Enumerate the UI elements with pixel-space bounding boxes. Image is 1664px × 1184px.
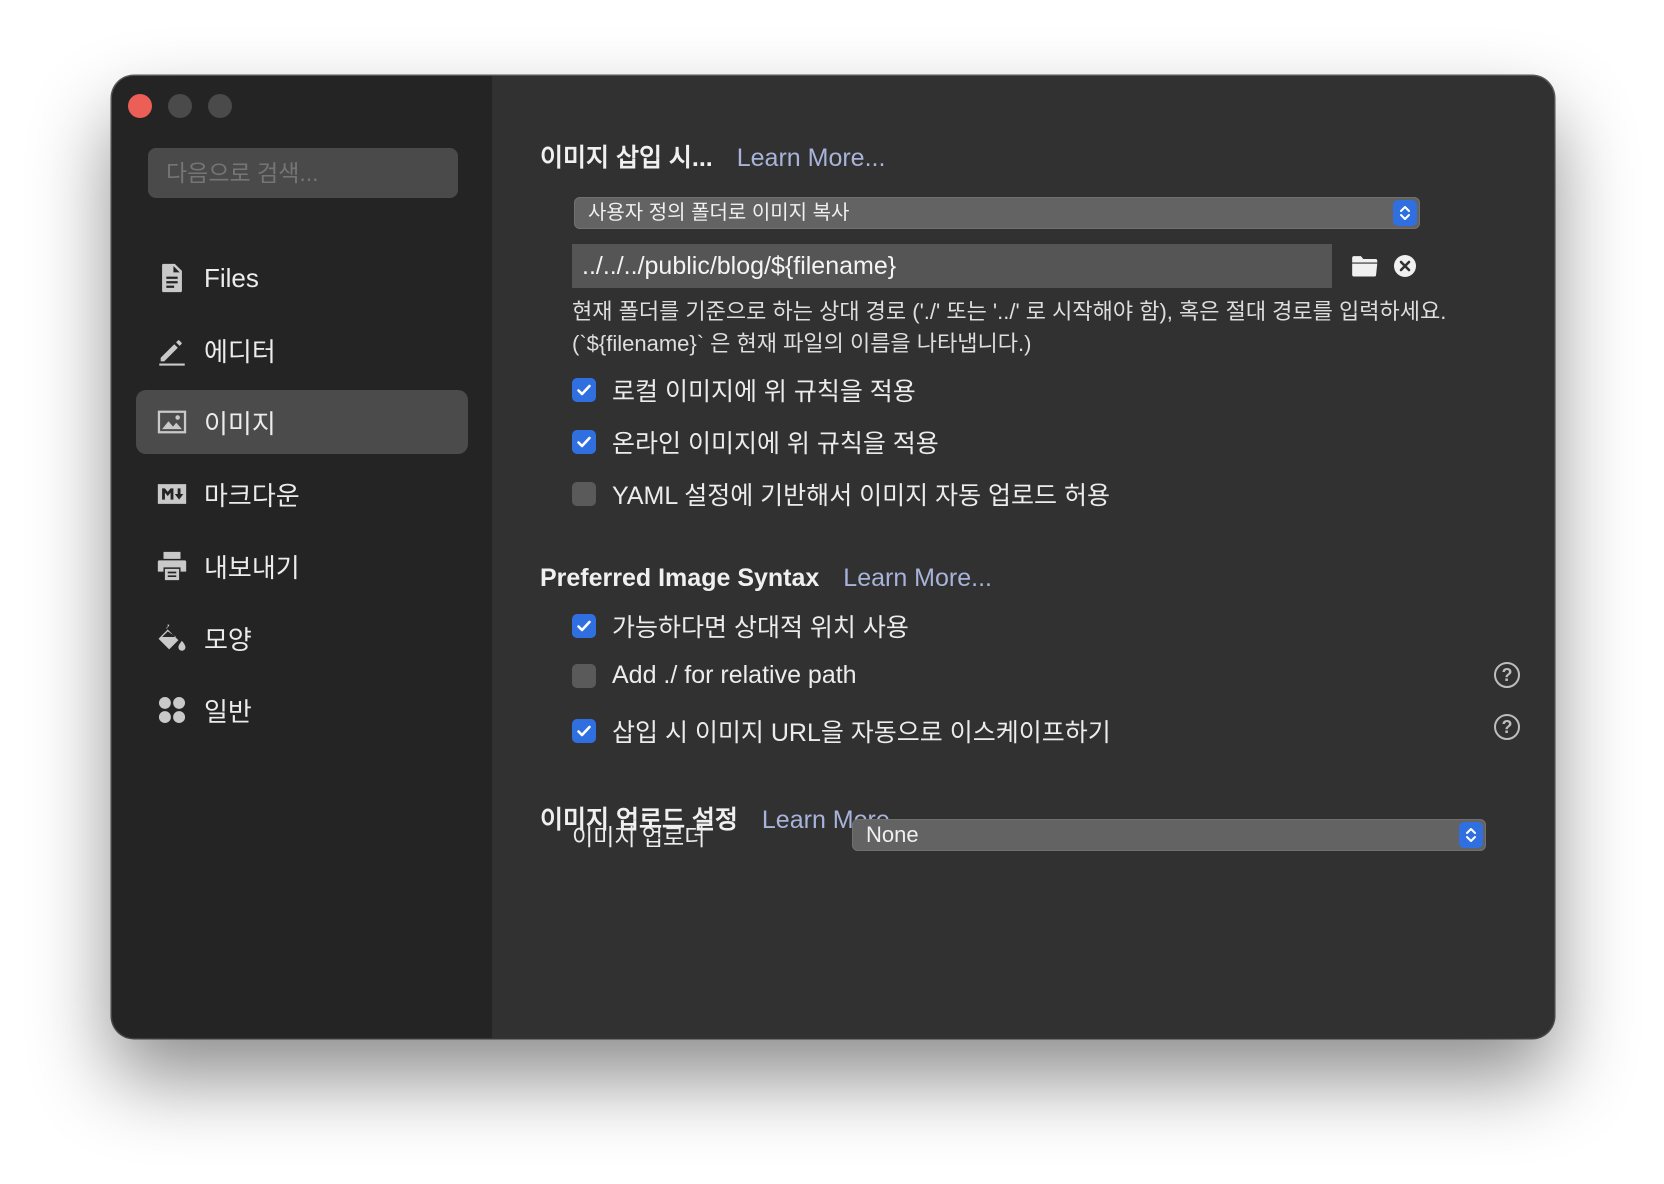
option-add-dot-slash[interactable]: Add ./ for relative path [572,661,857,690]
sidebar-item-label: 이미지 [204,408,276,439]
close-button[interactable] [128,94,152,118]
help-icon[interactable]: ? [1494,714,1520,740]
section-title: 이미지 삽입 시... [540,144,713,172]
image-icon [154,404,190,440]
help-icon[interactable]: ? [1494,662,1520,688]
paint-bucket-icon [154,620,190,656]
syntax-section-header: Preferred Image Syntax Learn More... [540,564,992,593]
option-label: 로컬 이미지에 위 규칙을 적용 [612,378,916,406]
sidebar-nav: Files 에디터 이미지 마크다운 내보내기 모양 일반 [136,246,468,750]
folder-icon[interactable] [1350,252,1380,280]
option-online-images[interactable]: 온라인 이미지에 위 규칙을 적용 [572,424,939,460]
checkbox-checked[interactable] [572,719,596,743]
grid-icon [154,692,190,728]
sidebar-item-general[interactable]: 일반 [136,678,468,742]
sidebar-item-export[interactable]: 내보내기 [136,534,468,598]
settings-panel: 이미지 삽입 시... Learn More... 사용자 정의 폴더로 이미지… [492,76,1554,1038]
minimize-button[interactable] [168,94,192,118]
sidebar-item-editor[interactable]: 에디터 [136,318,468,382]
sidebar-item-image[interactable]: 이미지 [136,390,468,454]
clear-icon[interactable] [1391,252,1419,280]
chevron-updown-icon [1393,200,1417,226]
insert-section-header: 이미지 삽입 시... Learn More... [540,138,885,174]
option-label: 가능하다면 상대적 위치 사용 [612,614,909,642]
document-icon [154,260,190,296]
checkbox-unchecked[interactable] [572,482,596,506]
sidebar-item-appearance[interactable]: 모양 [136,606,468,670]
sidebar-item-label: 모양 [204,624,252,655]
printer-icon [154,548,190,584]
path-hint-text: 현재 폴더를 기준으로 하는 상대 경로 ('./' 또는 '../' 로 시작… [572,299,1447,356]
preferences-window: Files 에디터 이미지 마크다운 [112,76,1554,1038]
option-label: 온라인 이미지에 위 규칙을 적용 [612,430,939,458]
learn-more-link[interactable]: Learn More... [843,564,992,593]
select-value: 사용자 정의 폴더로 이미지 복사 [588,202,850,224]
chevron-updown-icon [1459,822,1483,848]
maximize-button[interactable] [208,94,232,118]
sidebar-item-label: 내보내기 [204,552,300,583]
sidebar-item-label: Files [204,262,259,293]
uploader-label: 이미지 업로더 [572,824,706,850]
checkbox-unchecked[interactable] [572,663,596,688]
sidebar-item-label: 마크다운 [204,480,300,511]
traffic-lights [128,94,232,118]
section-title: Preferred Image Syntax [540,564,820,592]
checkbox-checked[interactable] [572,614,596,638]
pencil-icon [154,332,190,368]
sidebar-item-label: 일반 [204,696,252,727]
learn-more-link[interactable]: Learn More... [737,144,886,173]
option-label: 삽입 시 이미지 URL을 자동으로 이스케이프하기 [612,719,1111,747]
option-local-images[interactable]: 로컬 이미지에 위 규칙을 적용 [572,372,916,408]
checkbox-checked[interactable] [572,430,596,454]
option-relative-position[interactable]: 가능하다면 상대적 위치 사용 [572,608,909,644]
sidebar: Files 에디터 이미지 마크다운 [112,76,492,1038]
option-label: YAML 설정에 기반해서 이미지 자동 업로드 허용 [612,482,1110,510]
option-escape-url[interactable]: 삽입 시 이미지 URL을 자동으로 이스케이프하기 [572,713,1111,749]
image-path-input[interactable] [572,244,1332,288]
insert-action-select[interactable]: 사용자 정의 폴더로 이미지 복사 [574,197,1420,229]
sidebar-item-files[interactable]: Files [136,246,468,310]
option-yaml-upload[interactable]: YAML 설정에 기반해서 이미지 자동 업로드 허용 [572,476,1110,512]
select-value: None [866,822,919,847]
sidebar-item-markdown[interactable]: 마크다운 [136,462,468,526]
checkbox-checked[interactable] [572,378,596,402]
markdown-icon [154,476,190,512]
uploader-select[interactable]: None [852,819,1486,851]
search-input[interactable] [148,148,458,198]
option-label: Add ./ for relative path [612,661,857,689]
sidebar-item-label: 에디터 [204,336,276,367]
